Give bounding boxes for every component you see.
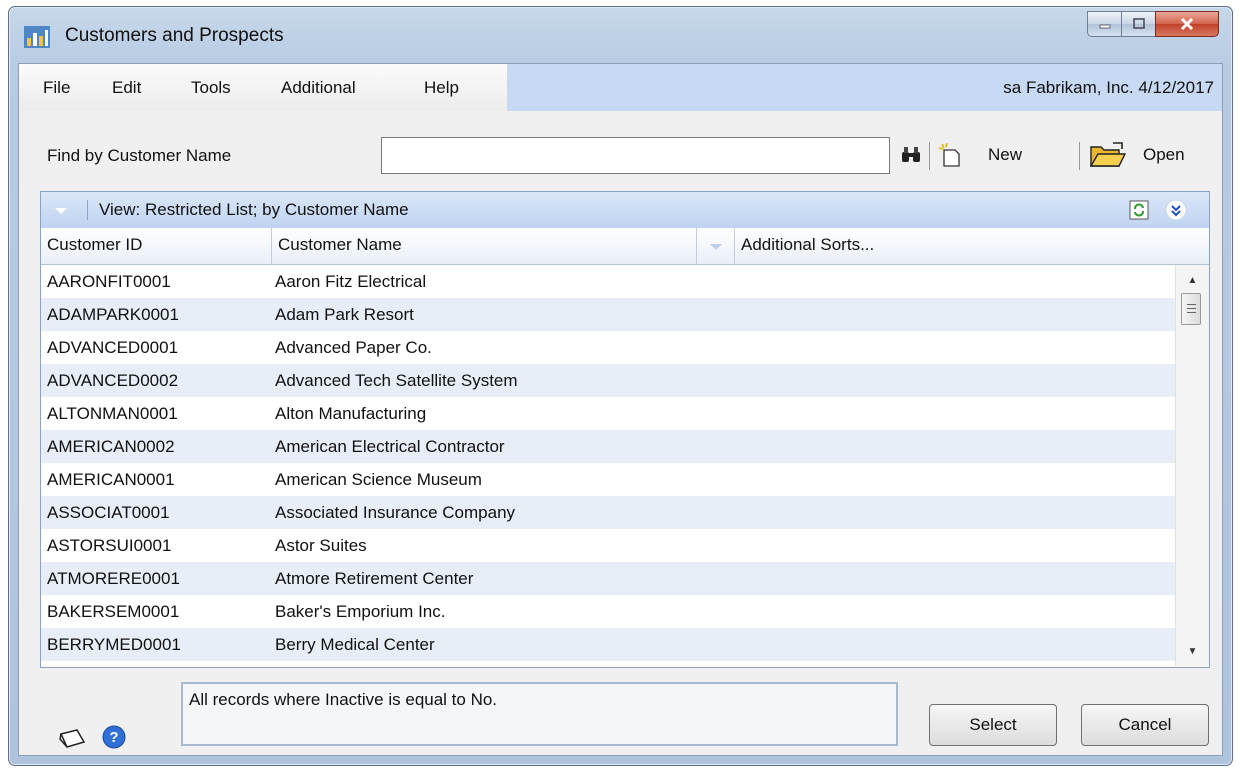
find-label: Find by Customer Name [47, 146, 232, 165]
customer-id-cell: BAKERSEM0001 [47, 602, 180, 621]
maximize-button[interactable] [1121, 11, 1155, 37]
table-row[interactable]: ASTORSUI0001 Astor Suites [41, 529, 1176, 562]
customer-name-cell: Advanced Tech Satellite System [275, 371, 518, 390]
help-icon[interactable]: ? [101, 724, 127, 750]
close-button[interactable] [1155, 11, 1219, 37]
table-row[interactable]: ATMORERE0001 Atmore Retirement Center [41, 562, 1176, 595]
find-button[interactable] [901, 140, 921, 170]
table-header: Customer ID Customer Name Additional Sor… [41, 228, 1209, 265]
app-chart-icon [24, 26, 50, 48]
menu-file[interactable]: File [43, 78, 70, 98]
toolbar-separator [1079, 142, 1080, 170]
customer-name-cell: Aaron Fitz Electrical [275, 272, 427, 291]
view-dropdown-icon[interactable] [53, 206, 69, 216]
expand-options-icon[interactable] [1165, 199, 1187, 221]
vertical-scrollbar[interactable]: ▲ ▼ [1175, 265, 1209, 666]
maximize-icon [1132, 18, 1145, 29]
customer-name-cell: Alton Manufacturing [275, 404, 427, 423]
customer-id-cell: ALTONMAN0001 [47, 404, 178, 423]
refresh-icon[interactable] [1129, 200, 1149, 220]
binoculars-icon [902, 147, 920, 162]
note-icon[interactable] [57, 726, 87, 750]
title-bar[interactable]: Customers and Prospects [9, 7, 1232, 63]
customer-id-cell: AMERICAN0001 [47, 470, 175, 489]
customer-id-cell: AARONFIT0001 [47, 272, 171, 291]
column-header-customer-name[interactable]: Customer Name [272, 228, 697, 264]
window-title: Customers and Prospects [65, 25, 284, 46]
minimize-button[interactable] [1087, 11, 1121, 37]
scroll-up-arrow-icon[interactable]: ▲ [1176, 269, 1209, 291]
new-document-icon [938, 142, 960, 167]
view-divider [87, 200, 88, 220]
table-row[interactable]: BAKERSEM0001 Baker's Emporium Inc. [41, 595, 1176, 628]
menu-edit[interactable]: Edit [112, 78, 141, 98]
customer-id-cell: AMERICAN0002 [47, 437, 175, 456]
customer-id-cell: ADAMPARK0001 [47, 305, 179, 324]
table-row[interactable]: ADAMPARK0001 Adam Park Resort [41, 298, 1176, 331]
customer-id-cell: ATMORERE0001 [47, 569, 180, 588]
restriction-note: All records where Inactive is equal to N… [181, 682, 898, 746]
table-row[interactable]: AARONFIT0001 Aaron Fitz Electrical [41, 265, 1176, 298]
folder-open-icon [1089, 142, 1127, 167]
open-label: Open [1143, 145, 1185, 164]
window-client: File Edit Tools Additional Help sa Fabri… [18, 63, 1223, 756]
chevron-down-icon [710, 244, 722, 250]
user-company-date: sa Fabrikam, Inc. 4/12/2017 [1003, 78, 1214, 97]
customer-id-cell: ASTORSUI0001 [47, 536, 172, 555]
column-header-additional-sorts[interactable]: Additional Sorts... [735, 228, 1209, 264]
new-label: New [988, 145, 1023, 164]
customer-id-cell: ADVANCED0002 [47, 371, 179, 390]
customer-name-cell: American Science Museum [275, 470, 482, 489]
close-icon [1180, 17, 1194, 31]
find-customer-name-input[interactable] [381, 137, 890, 174]
table-row[interactable]: ALTONMAN0001 Alton Manufacturing [41, 397, 1176, 430]
customers-prospects-window: Customers and Prospects File Edit Tools … [8, 6, 1233, 766]
customer-id-cell: ASSOCIAT0001 [47, 503, 170, 522]
table-row[interactable]: ADVANCED0002 Advanced Tech Satellite Syst… [41, 364, 1176, 397]
customer-name-cell: Advanced Paper Co. [275, 338, 432, 357]
open-button[interactable]: Open [1089, 140, 1185, 170]
view-bar: View: Restricted List; by Customer Name [41, 192, 1209, 229]
menu-additional[interactable]: Additional [281, 78, 356, 98]
customer-name-cell: Atmore Retirement Center [275, 569, 474, 588]
view-selector[interactable]: View: Restricted List; by Customer Name [99, 200, 409, 220]
customer-name-cell: Berry Medical Center [275, 635, 435, 654]
table-row[interactable]: ADVANCED0001 Advanced Paper Co. [41, 331, 1176, 364]
menu-tools[interactable]: Tools [191, 78, 231, 98]
toolbar-separator [929, 142, 930, 170]
minimize-icon [1099, 24, 1110, 29]
customer-name-cell: Astor Suites [275, 536, 367, 555]
table-row[interactable]: BERRYMED0001 Berry Medical Center [41, 628, 1176, 661]
menu-status-area: sa Fabrikam, Inc. 4/12/2017 [507, 64, 1222, 111]
table-row[interactable]: ASSOCIAT0001 Associated Insurance Company [41, 496, 1176, 529]
menu-help[interactable]: Help [424, 78, 459, 98]
column-header-customer-id[interactable]: Customer ID [41, 228, 272, 264]
customer-id-cell: ADVANCED0001 [47, 338, 179, 357]
customer-id-cell: BERRYMED0001 [47, 635, 181, 654]
table-row[interactable]: AMERICAN0001 American Science Museum [41, 463, 1176, 496]
select-button[interactable]: Select [929, 704, 1057, 746]
scroll-down-arrow-icon[interactable]: ▼ [1176, 640, 1209, 662]
customer-name-cell: Baker's Emporium Inc. [275, 602, 446, 621]
scroll-thumb[interactable] [1181, 293, 1201, 325]
table-row[interactable]: AMERICAN0002 American Electrical Contract… [41, 430, 1176, 463]
sort-dropdown[interactable] [697, 228, 735, 264]
table-body: AARONFIT0001 Aaron Fitz Electrical ADAMPAR… [41, 265, 1176, 666]
menu-bar: File Edit Tools Additional Help sa Fabri… [19, 64, 1222, 111]
customer-name-cell: American Electrical Contractor [275, 437, 505, 456]
new-button[interactable]: New [938, 140, 1022, 170]
svg-text:?: ? [109, 729, 118, 746]
customer-name-cell: Associated Insurance Company [275, 503, 516, 522]
customer-name-cell: Adam Park Resort [275, 305, 414, 324]
customer-list: View: Restricted List; by Customer Name … [40, 191, 1210, 668]
cancel-button[interactable]: Cancel [1081, 704, 1209, 746]
